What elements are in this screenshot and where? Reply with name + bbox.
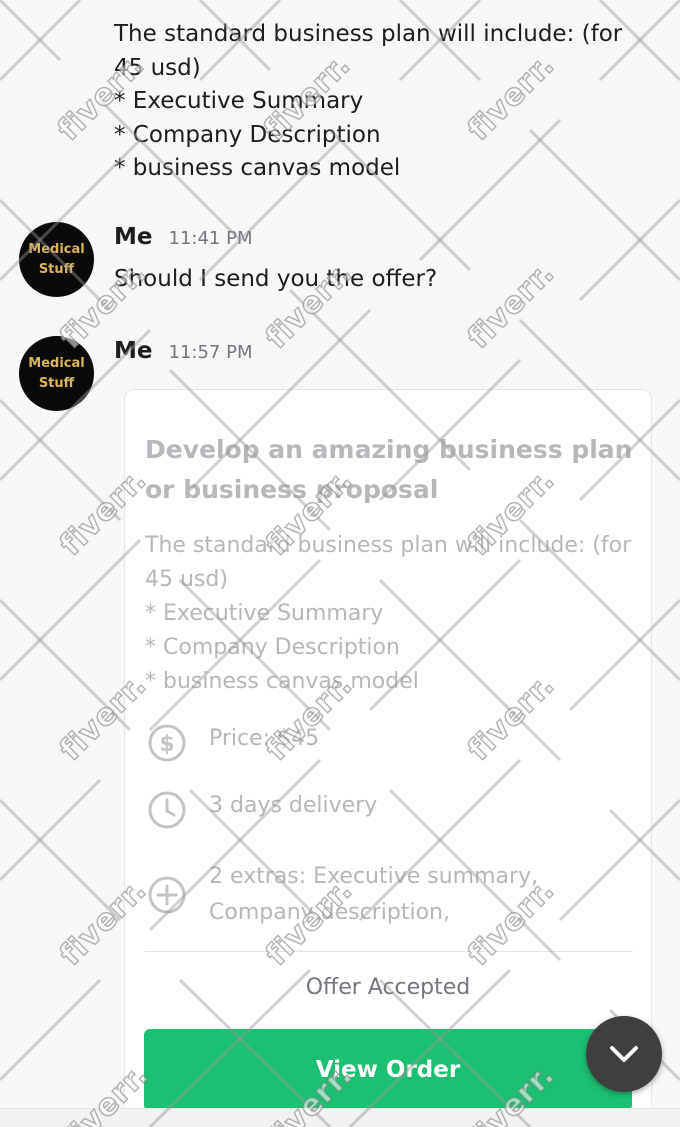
message-time: 11:57 PM [168, 342, 253, 363]
offer-extras-row: 2 extras: Executive summary, Company des… [145, 859, 619, 931]
avatar-text-line: Stuff [38, 261, 75, 277]
plus-circle-icon [148, 876, 186, 914]
offer-status: Offer Accepted [305, 975, 471, 1000]
avatar-text-line: Medical [28, 241, 85, 257]
scroll-to-bottom-button[interactable] [586, 1016, 662, 1092]
offer-delivery-row: 3 days delivery [145, 788, 619, 832]
svg-text:$: $ [159, 732, 174, 757]
offer-card: Develop an amazing business plan or busi… [124, 389, 652, 1127]
message-text: The standard business plan will include:… [114, 21, 623, 181]
view-order-button[interactable]: View Order [144, 1029, 632, 1111]
avatar[interactable]: Medical Stuff [19, 336, 94, 411]
sender-name: Me [114, 338, 153, 364]
offer-delivery: 3 days delivery [209, 793, 378, 818]
chat-screen: The standard business plan will include:… [0, 0, 680, 1127]
offer-price: Price: $45 [209, 726, 320, 751]
message-time: 11:41 PM [168, 228, 253, 249]
avatar[interactable]: Medical Stuff [19, 222, 94, 297]
offer-title: Develop an amazing business plan or busi… [145, 435, 633, 504]
message-header: Me 11:41 PM [114, 224, 252, 250]
sender-name: Me [114, 224, 153, 250]
avatar-text-line: Stuff [38, 375, 75, 391]
message-header: Me 11:57 PM [114, 338, 252, 364]
message-text: Should I send you the offer? [114, 266, 438, 292]
offer-description: The standard business plan will include:… [145, 533, 632, 694]
offer-price-row: $ Price: $45 [145, 721, 619, 765]
chevron-down-icon [610, 1046, 638, 1062]
offer-divider [145, 951, 633, 952]
dollar-icon: $ [148, 724, 186, 762]
bottom-bar [0, 1108, 680, 1127]
clock-icon [148, 791, 186, 829]
offer-extras: 2 extras: Executive summary, Company des… [209, 864, 539, 925]
avatar-text-line: Medical [28, 355, 85, 371]
